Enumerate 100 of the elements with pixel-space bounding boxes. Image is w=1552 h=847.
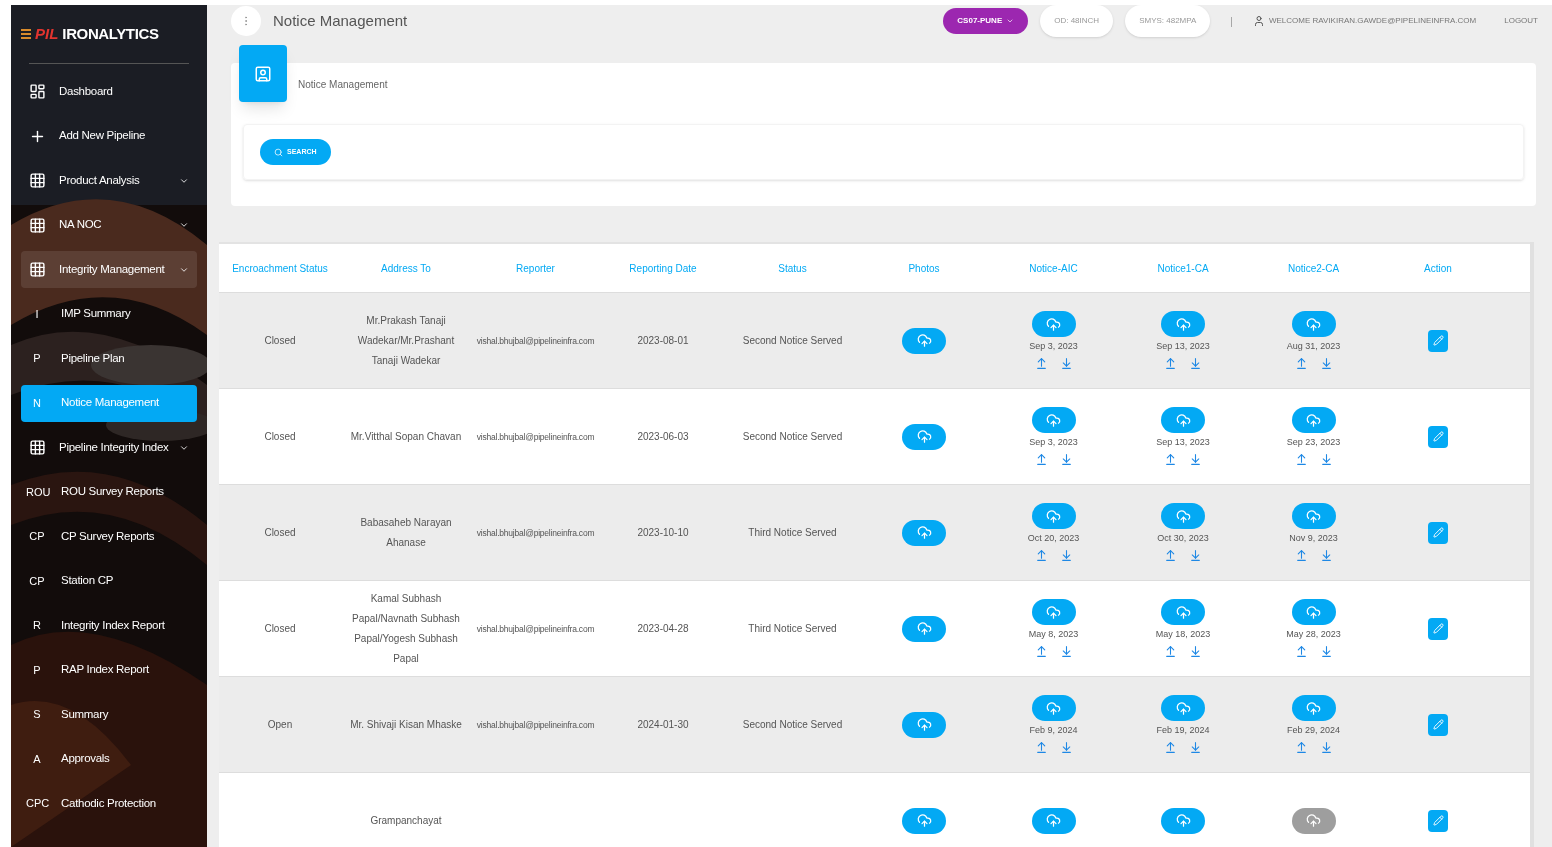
- table-cell-text: 2023-04-28: [636, 621, 690, 636]
- upload-button[interactable]: [1291, 503, 1336, 530]
- item-initials: CP: [28, 529, 46, 545]
- upload-button[interactable]: [1291, 311, 1336, 338]
- upload-icon[interactable]: [1034, 452, 1048, 466]
- info-chip: SMYS: 482MPA: [1125, 5, 1211, 37]
- sidebar-item[interactable]: P Pipeline Plan: [21, 340, 197, 377]
- download-icon[interactable]: [1189, 356, 1202, 370]
- download-icon[interactable]: [1319, 740, 1333, 754]
- cloud-upload-icon: [1306, 604, 1321, 620]
- item-label: CP Survey Reports: [61, 528, 156, 544]
- upload-button[interactable]: [1031, 407, 1076, 434]
- upload-button[interactable]: [1161, 311, 1205, 338]
- menu-icon[interactable]: [21, 29, 31, 39]
- upload-icon[interactable]: [1294, 452, 1308, 466]
- upload-button[interactable]: [1031, 807, 1076, 834]
- upload-button[interactable]: [1291, 695, 1336, 722]
- edit-button[interactable]: [1428, 617, 1448, 640]
- upload-button[interactable]: [1291, 807, 1336, 834]
- upload-button[interactable]: [1031, 311, 1076, 338]
- download-icon[interactable]: [1059, 452, 1073, 466]
- item-label: Approvals: [61, 751, 111, 767]
- download-icon[interactable]: [1059, 356, 1073, 370]
- upload-icon[interactable]: [1164, 452, 1177, 466]
- download-icon[interactable]: [1189, 644, 1202, 658]
- download-icon[interactable]: [1319, 452, 1333, 466]
- upload-button[interactable]: [1031, 599, 1076, 626]
- sidebar-item[interactable]: P RAP Index Report: [21, 651, 197, 689]
- upload-button[interactable]: [1161, 695, 1205, 722]
- upload-button[interactable]: [1031, 695, 1076, 722]
- notice-date: Nov 9, 2023: [1289, 532, 1338, 546]
- sidebar-item[interactable]: R Integrity Index Report: [21, 607, 197, 644]
- upload-button[interactable]: [1291, 407, 1336, 434]
- cloud-upload-icon: [1175, 508, 1191, 524]
- notice-date: Sep 23, 2023: [1286, 436, 1341, 450]
- upload-icon[interactable]: [1164, 548, 1177, 562]
- item-initials: P: [32, 351, 42, 367]
- sidebar-item[interactable]: ROU ROU Survey Reports: [21, 473, 197, 511]
- column-header: Encroachment Status: [231, 261, 329, 276]
- upload-icon[interactable]: [1034, 740, 1048, 754]
- upload-icon[interactable]: [1164, 356, 1177, 370]
- download-icon[interactable]: [1319, 548, 1333, 562]
- sidebar-item[interactable]: Add New Pipeline: [21, 117, 197, 155]
- sidebar-item[interactable]: NA NOC: [21, 206, 197, 244]
- upload-icon[interactable]: [1294, 356, 1308, 370]
- edit-button[interactable]: [1428, 425, 1448, 448]
- upload-button[interactable]: [902, 423, 946, 450]
- upload-icon[interactable]: [1034, 356, 1048, 370]
- sidebar-item[interactable]: Integrity Management: [21, 251, 197, 288]
- upload-button[interactable]: [1161, 807, 1205, 834]
- item-label: Integrity Index Report: [61, 617, 166, 633]
- table-cell-text: vishal.bhujbal@pipelineinfra.com: [475, 526, 596, 540]
- download-icon[interactable]: [1189, 452, 1202, 466]
- download-icon[interactable]: [1059, 740, 1073, 754]
- download-icon[interactable]: [1059, 644, 1073, 658]
- logout-link[interactable]: LOGOUT: [1504, 15, 1538, 27]
- download-icon[interactable]: [1059, 548, 1073, 562]
- sidebar-item[interactable]: Product Analysis: [21, 162, 197, 199]
- sidebar-item[interactable]: CPC Cathodic Protection: [21, 785, 197, 822]
- sidebar-item[interactable]: CP Station CP: [21, 562, 197, 600]
- upload-button[interactable]: [1161, 503, 1205, 530]
- upload-icon[interactable]: [1034, 644, 1048, 658]
- upload-button[interactable]: [1161, 599, 1205, 626]
- download-icon[interactable]: [1319, 644, 1333, 658]
- caret-icon: [1006, 17, 1015, 25]
- sidebar-item[interactable]: I IMP Summary: [21, 295, 197, 333]
- sidebar-item[interactable]: S Summary: [21, 696, 197, 733]
- edit-button[interactable]: [1428, 521, 1448, 544]
- upload-button[interactable]: [1291, 599, 1336, 626]
- edit-button[interactable]: [1428, 713, 1448, 736]
- upload-button[interactable]: [1031, 503, 1076, 530]
- brand-name: IRONALYTICS: [62, 23, 159, 44]
- upload-button[interactable]: [902, 519, 946, 546]
- download-icon[interactable]: [1189, 740, 1202, 754]
- upload-icon[interactable]: [1294, 548, 1308, 562]
- sidebar-item[interactable]: A Approvals: [21, 740, 197, 778]
- pencil-icon: [1432, 431, 1444, 442]
- upload-icon[interactable]: [1164, 644, 1177, 658]
- download-icon[interactable]: [1319, 356, 1333, 370]
- upload-button[interactable]: [902, 711, 946, 738]
- upload-button[interactable]: [902, 807, 946, 834]
- item-label: Cathodic Protection: [61, 795, 157, 811]
- edit-button[interactable]: [1428, 329, 1448, 352]
- caret-icon: [179, 220, 189, 230]
- contact-card-icon: [254, 64, 272, 83]
- edit-button[interactable]: [1428, 809, 1448, 832]
- sidebar-item[interactable]: Pipeline Integrity Index: [21, 429, 197, 466]
- sidebar-item[interactable]: CP CP Survey Reports: [21, 518, 197, 555]
- upload-button[interactable]: [902, 615, 946, 642]
- station-dropdown[interactable]: CS07-PUNE: [943, 8, 1029, 34]
- download-icon[interactable]: [1189, 548, 1202, 562]
- upload-icon[interactable]: [1294, 644, 1308, 658]
- upload-icon[interactable]: [1034, 548, 1048, 562]
- upload-icon[interactable]: [1164, 740, 1177, 754]
- upload-button[interactable]: [1161, 407, 1205, 434]
- cloud-upload-icon: [916, 813, 932, 828]
- sidebar-item[interactable]: Dashboard: [21, 73, 197, 110]
- upload-button[interactable]: [902, 327, 946, 354]
- upload-icon[interactable]: [1294, 740, 1308, 754]
- table-cell-text: Closed: [263, 429, 297, 444]
